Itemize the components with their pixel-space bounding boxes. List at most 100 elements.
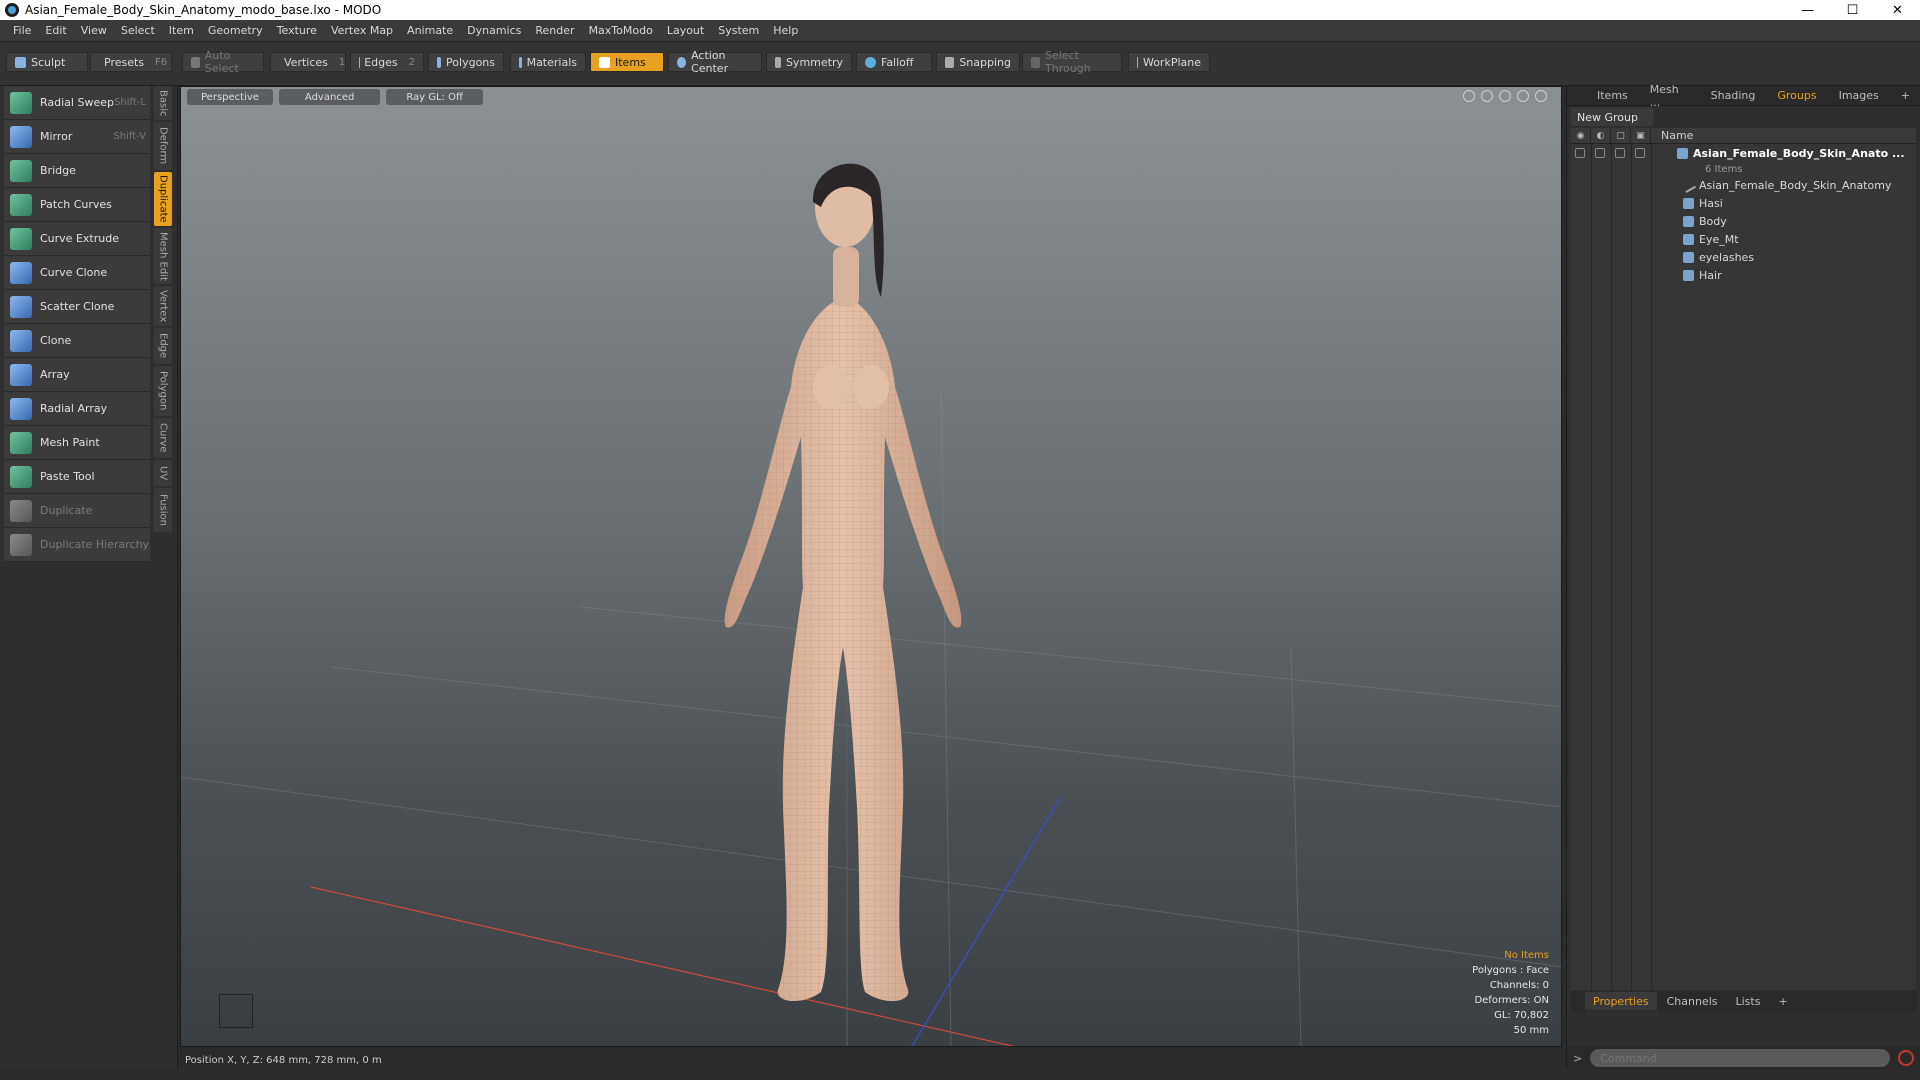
action-center-button[interactable]: Action Center (668, 49, 762, 75)
menu-vertex-map[interactable]: Vertex Map (324, 24, 400, 37)
select-toggle-icon[interactable] (1635, 148, 1645, 158)
zoom-view-icon[interactable] (1499, 90, 1511, 102)
tool-mesh-paint[interactable]: Mesh Paint (4, 426, 150, 460)
vtab-edge[interactable]: Edge (154, 328, 172, 364)
tool-paste-tool[interactable]: Paste Tool (4, 460, 150, 494)
tab-images[interactable]: Images (1829, 87, 1889, 105)
right-panel: Items Mesh ... Shading Groups Images + N… (1566, 83, 1920, 1070)
new-group-button[interactable]: New Group (1571, 108, 1653, 126)
rotate-view-icon[interactable] (1481, 90, 1493, 102)
material-icon (1683, 269, 1694, 281)
menu-layout[interactable]: Layout (660, 24, 711, 37)
tool-curve-clone[interactable]: Curve Clone (4, 256, 150, 290)
vtab-fusion[interactable]: Fusion (154, 488, 172, 532)
tab-lists[interactable]: Lists (1728, 992, 1769, 1010)
perspective-tab[interactable]: Perspective (187, 89, 273, 105)
group-item-mesh[interactable]: Asian_Female_Body_Skin_Anatomy (1571, 176, 1916, 194)
properties-tabs: Properties Channels Lists + (1571, 991, 1917, 1011)
material-icon (1683, 251, 1694, 263)
viewport-settings-icon[interactable] (1535, 90, 1547, 102)
vtab-duplicate[interactable]: Duplicate (154, 172, 172, 226)
stop-icon[interactable] (1898, 1050, 1915, 1066)
tool-radial-sweep[interactable]: Radial Sweep Shift-L (4, 86, 150, 120)
group-item-body[interactable]: Body (1571, 212, 1916, 230)
tool-duplicate[interactable]: Duplicate (4, 494, 150, 528)
menu-dynamics[interactable]: Dynamics (460, 24, 528, 37)
tab-channels[interactable]: Channels (1659, 992, 1726, 1010)
items-button[interactable]: Items (590, 52, 664, 72)
menu-geometry[interactable]: Geometry (201, 24, 270, 37)
menu-texture[interactable]: Texture (270, 24, 324, 37)
vtab-basic[interactable]: Basic (154, 86, 172, 120)
tab-properties[interactable]: Properties (1585, 992, 1657, 1010)
vertices-button[interactable]: Vertices 1 (270, 52, 346, 72)
snapping-button[interactable]: Snapping (936, 52, 1020, 72)
polygons-button[interactable]: Polygons (428, 52, 504, 72)
edges-button[interactable]: Edges 2 (350, 52, 424, 72)
command-input[interactable] (1590, 1049, 1891, 1067)
menu-animate[interactable]: Animate (400, 24, 460, 37)
falloff-button[interactable]: Falloff (856, 52, 932, 72)
move-view-icon[interactable] (1463, 90, 1475, 102)
tool-scatter-clone[interactable]: Scatter Clone (4, 290, 150, 324)
tool-bridge[interactable]: Bridge (4, 154, 150, 188)
select-through-button[interactable]: Select Through (1022, 49, 1122, 75)
tool-curve-extrude[interactable]: Curve Extrude (4, 222, 150, 256)
tool-duplicate-hierarchy[interactable]: Duplicate Hierarchy (4, 528, 150, 562)
right-panel-tabs: Items Mesh ... Shading Groups Images + (1567, 83, 1920, 109)
materials-button[interactable]: Materials (510, 52, 586, 72)
vtab-curve[interactable]: Curve (154, 418, 172, 458)
visibility-column-icon[interactable]: ◉ (1571, 127, 1591, 144)
select-column-icon[interactable]: ▣ (1631, 127, 1651, 144)
group-item-hair[interactable]: Hair (1571, 266, 1916, 284)
tab-mesh[interactable]: Mesh ... (1640, 83, 1699, 109)
tool-radial-array[interactable]: Radial Array (4, 392, 150, 426)
vtab-uv[interactable]: UV (154, 460, 172, 486)
tab-shading[interactable]: Shading (1701, 87, 1766, 105)
lock-toggle-icon[interactable] (1615, 148, 1625, 158)
tab-groups[interactable]: Groups (1767, 87, 1826, 105)
menu-maxtomodo[interactable]: MaxToModo (582, 24, 660, 37)
vtab-vertex[interactable]: Vertex (154, 286, 172, 326)
auto-select-button[interactable]: Auto Select (182, 49, 264, 75)
tool-mirror[interactable]: Mirror Shift-V (4, 120, 150, 154)
presets-button[interactable]: Presets F6 (90, 52, 172, 72)
tab-items[interactable]: Items (1587, 87, 1638, 105)
ray-gl-tab[interactable]: Ray GL: Off (386, 89, 483, 105)
menu-render[interactable]: Render (528, 24, 581, 37)
fit-view-icon[interactable] (1517, 90, 1529, 102)
eye-icon[interactable] (1575, 148, 1585, 158)
3d-viewport[interactable]: Perspective Advanced Ray GL: Off No Item… (180, 86, 1562, 1047)
menu-view[interactable]: View (74, 24, 114, 37)
advanced-tab[interactable]: Advanced (278, 89, 381, 105)
menu-file[interactable]: File (6, 24, 38, 37)
render-toggle-icon[interactable] (1595, 148, 1605, 158)
workplane-button[interactable]: WorkPlane (1128, 52, 1210, 72)
menu-select[interactable]: Select (114, 24, 162, 37)
close-button[interactable]: ✕ (1875, 0, 1920, 20)
menu-item[interactable]: Item (162, 24, 201, 37)
vtab-polygon[interactable]: Polygon (154, 366, 172, 416)
menu-edit[interactable]: Edit (38, 24, 73, 37)
add-tab-button[interactable]: + (1891, 87, 1920, 105)
add-props-tab-button[interactable]: + (1770, 992, 1795, 1010)
title-bar: Asian_Female_Body_Skin_Anatomy_modo_base… (0, 0, 1920, 20)
symmetry-button[interactable]: Symmetry (766, 52, 852, 72)
tool-clone[interactable]: Clone (4, 324, 150, 358)
group-root-row[interactable]: Asian_Female_Body_Skin_Anato ... (1571, 144, 1916, 162)
render-column-icon[interactable]: ◐ (1591, 127, 1611, 144)
lock-column-icon[interactable]: ▢ (1611, 127, 1631, 144)
maximize-button[interactable]: ☐ (1830, 0, 1875, 20)
sculpt-button[interactable]: Sculpt (6, 52, 88, 72)
group-item-hasi[interactable]: Hasi (1571, 194, 1916, 212)
character-model[interactable] (724, 163, 962, 1002)
group-item-eye-mt[interactable]: Eye_Mt (1571, 230, 1916, 248)
minimize-button[interactable]: — (1785, 0, 1830, 20)
tool-array[interactable]: Array (4, 358, 150, 392)
vtab-mesh-edit[interactable]: Mesh Edit (154, 228, 172, 284)
group-item-eyelashes[interactable]: eyelashes (1571, 248, 1916, 266)
vtab-deform[interactable]: Deform (154, 122, 172, 170)
menu-system[interactable]: System (711, 24, 766, 37)
tool-patch-curves[interactable]: Patch Curves (4, 188, 150, 222)
menu-help[interactable]: Help (766, 24, 805, 37)
